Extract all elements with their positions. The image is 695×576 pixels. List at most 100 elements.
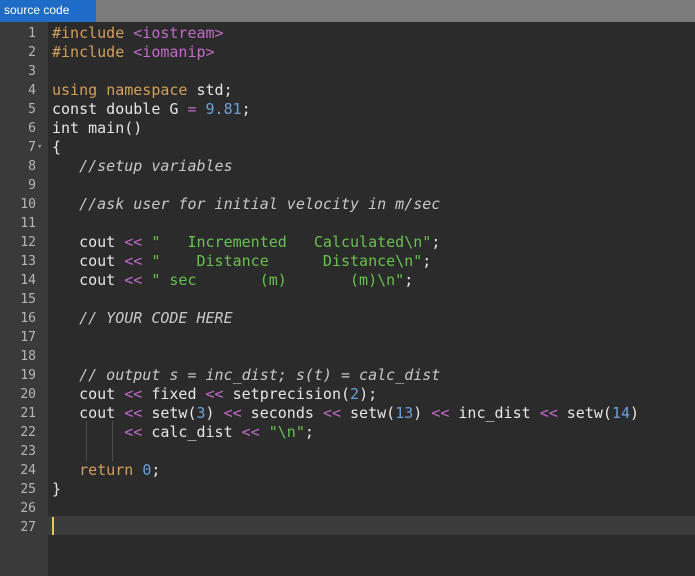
code-line[interactable]: 20 cout << fixed << setprecision(2); bbox=[0, 385, 695, 404]
line-number: 24 bbox=[20, 463, 36, 478]
code-token: << bbox=[241, 423, 260, 441]
code-text: cout << " sec (m) (m)\n"; bbox=[52, 271, 413, 290]
line-number: 7 bbox=[28, 140, 36, 155]
code-line[interactable]: 4 using namespace std; bbox=[0, 81, 695, 100]
code-line[interactable]: 24 return 0; bbox=[0, 461, 695, 480]
code-text: #include <iomanip> bbox=[52, 43, 215, 62]
line-number: 18 bbox=[20, 349, 36, 364]
code-token: << bbox=[205, 385, 224, 403]
code-line[interactable]: 12 cout << " Incremented Calculated\n"; bbox=[0, 233, 695, 252]
code-token: cout bbox=[52, 271, 125, 289]
code-line[interactable]: 15 bbox=[0, 290, 695, 309]
code-text: } bbox=[52, 480, 61, 499]
code-line[interactable]: 3 bbox=[0, 62, 695, 81]
code-line[interactable]: 25} bbox=[0, 480, 695, 499]
code-line[interactable]: 2 #include <iomanip> bbox=[0, 43, 695, 62]
tab-source-code[interactable]: source code bbox=[0, 0, 96, 22]
code-token: inc_dist bbox=[449, 404, 540, 422]
code-token: << bbox=[539, 404, 558, 422]
line-number: 20 bbox=[20, 387, 36, 402]
code-token: setw( bbox=[341, 404, 396, 422]
code-token: calc_dist bbox=[142, 423, 242, 441]
code-text: #include <iostream> bbox=[52, 24, 224, 43]
code-token: setw( bbox=[557, 404, 612, 422]
code-token: 3 bbox=[196, 404, 206, 422]
line-number: 5 bbox=[28, 102, 36, 117]
code-line[interactable]: 26 bbox=[0, 499, 695, 518]
code-text: << calc_dist << "\n"; bbox=[52, 423, 314, 442]
line-number: 11 bbox=[20, 216, 36, 231]
code-token: 14 bbox=[611, 404, 630, 422]
code-token: << bbox=[124, 404, 143, 422]
code-token: setw( bbox=[142, 404, 197, 422]
code-token: 13 bbox=[395, 404, 414, 422]
code-token: // output s = inc_dist; s(t) = calc_dist bbox=[52, 366, 441, 384]
code-line[interactable]: 1 #include <iostream> bbox=[0, 24, 695, 43]
code-token: ; bbox=[431, 233, 441, 251]
code-text: //ask user for initial velocity in m/sec bbox=[52, 195, 440, 214]
fold-arrow-icon[interactable]: ▾ bbox=[37, 138, 42, 157]
code-token: ; bbox=[241, 100, 251, 118]
code-line[interactable]: 5 const double G = 9.81; bbox=[0, 100, 695, 119]
code-token: "\n" bbox=[268, 423, 305, 441]
code-token: return bbox=[79, 461, 134, 479]
code-line[interactable]: 9 bbox=[0, 176, 695, 195]
code-token: ; bbox=[404, 271, 414, 289]
code-text: // YOUR CODE HERE bbox=[52, 309, 233, 328]
code-text: cout << " Incremented Calculated\n"; bbox=[52, 233, 440, 252]
code-line[interactable]: 21 cout << setw(3) << seconds << setw(13… bbox=[0, 404, 695, 423]
code-text: cout << " Distance Distance\n"; bbox=[52, 252, 431, 271]
code-token: ); bbox=[359, 385, 378, 403]
code-text: using namespace std; bbox=[52, 81, 233, 100]
code-token: " Incremented Calculated\n" bbox=[151, 233, 432, 251]
code-line[interactable]: 22 << calc_dist << "\n"; bbox=[0, 423, 695, 442]
code-line[interactable]: 11 bbox=[0, 214, 695, 233]
code-line[interactable]: 19 // output s = inc_dist; s(t) = calc_d… bbox=[0, 366, 695, 385]
code-token: std; bbox=[187, 81, 233, 99]
code-text: const double G = 9.81; bbox=[52, 100, 251, 119]
code-token: namespace bbox=[106, 81, 188, 99]
code-token: ; bbox=[304, 423, 314, 441]
line-number: 16 bbox=[20, 311, 36, 326]
line-number: 10 bbox=[20, 197, 36, 212]
code-token: seconds bbox=[241, 404, 323, 422]
code-line[interactable]: 14 cout << " sec (m) (m)\n"; bbox=[0, 271, 695, 290]
code-line[interactable]: 18 bbox=[0, 347, 695, 366]
code-token: //setup variables bbox=[52, 157, 233, 175]
line-number: 2 bbox=[28, 45, 36, 60]
code-text: // output s = inc_dist; s(t) = calc_dist bbox=[52, 366, 440, 385]
code-text: cout << setw(3) << seconds << setw(13) <… bbox=[52, 404, 639, 423]
code-line[interactable]: 23 bbox=[0, 442, 695, 461]
code-token: << bbox=[124, 271, 143, 289]
line-number: 14 bbox=[20, 273, 36, 288]
code-token: << bbox=[431, 404, 450, 422]
code-token: cout bbox=[52, 252, 125, 270]
code-token: ) bbox=[205, 404, 224, 422]
line-number: 8 bbox=[28, 159, 36, 174]
code-token: #include bbox=[52, 24, 125, 42]
code-token: int main() bbox=[52, 119, 143, 137]
line-number: 3 bbox=[28, 64, 36, 79]
code-line[interactable]: 27 bbox=[0, 518, 695, 537]
code-line[interactable]: 16 // YOUR CODE HERE bbox=[0, 309, 695, 328]
line-number: 4 bbox=[28, 83, 36, 98]
line-number: 26 bbox=[20, 501, 36, 516]
code-line[interactable]: 17 bbox=[0, 328, 695, 347]
code-line[interactable]: 8 //setup variables bbox=[0, 157, 695, 176]
code-token: setprecision( bbox=[223, 385, 351, 403]
code-line[interactable]: 10 //ask user for initial velocity in m/… bbox=[0, 195, 695, 214]
code-token: cout bbox=[52, 233, 125, 251]
line-number: 27 bbox=[20, 520, 36, 535]
code-line[interactable]: 13 cout << " Distance Distance\n"; bbox=[0, 252, 695, 271]
code-token: //ask user for initial velocity in m/sec bbox=[52, 195, 441, 213]
code-token: fixed bbox=[142, 385, 206, 403]
code-line[interactable]: 6 int main() bbox=[0, 119, 695, 138]
indent-guide bbox=[112, 421, 113, 461]
code-line[interactable]: 7 ▾ { bbox=[0, 138, 695, 157]
code-token: { bbox=[52, 138, 62, 156]
